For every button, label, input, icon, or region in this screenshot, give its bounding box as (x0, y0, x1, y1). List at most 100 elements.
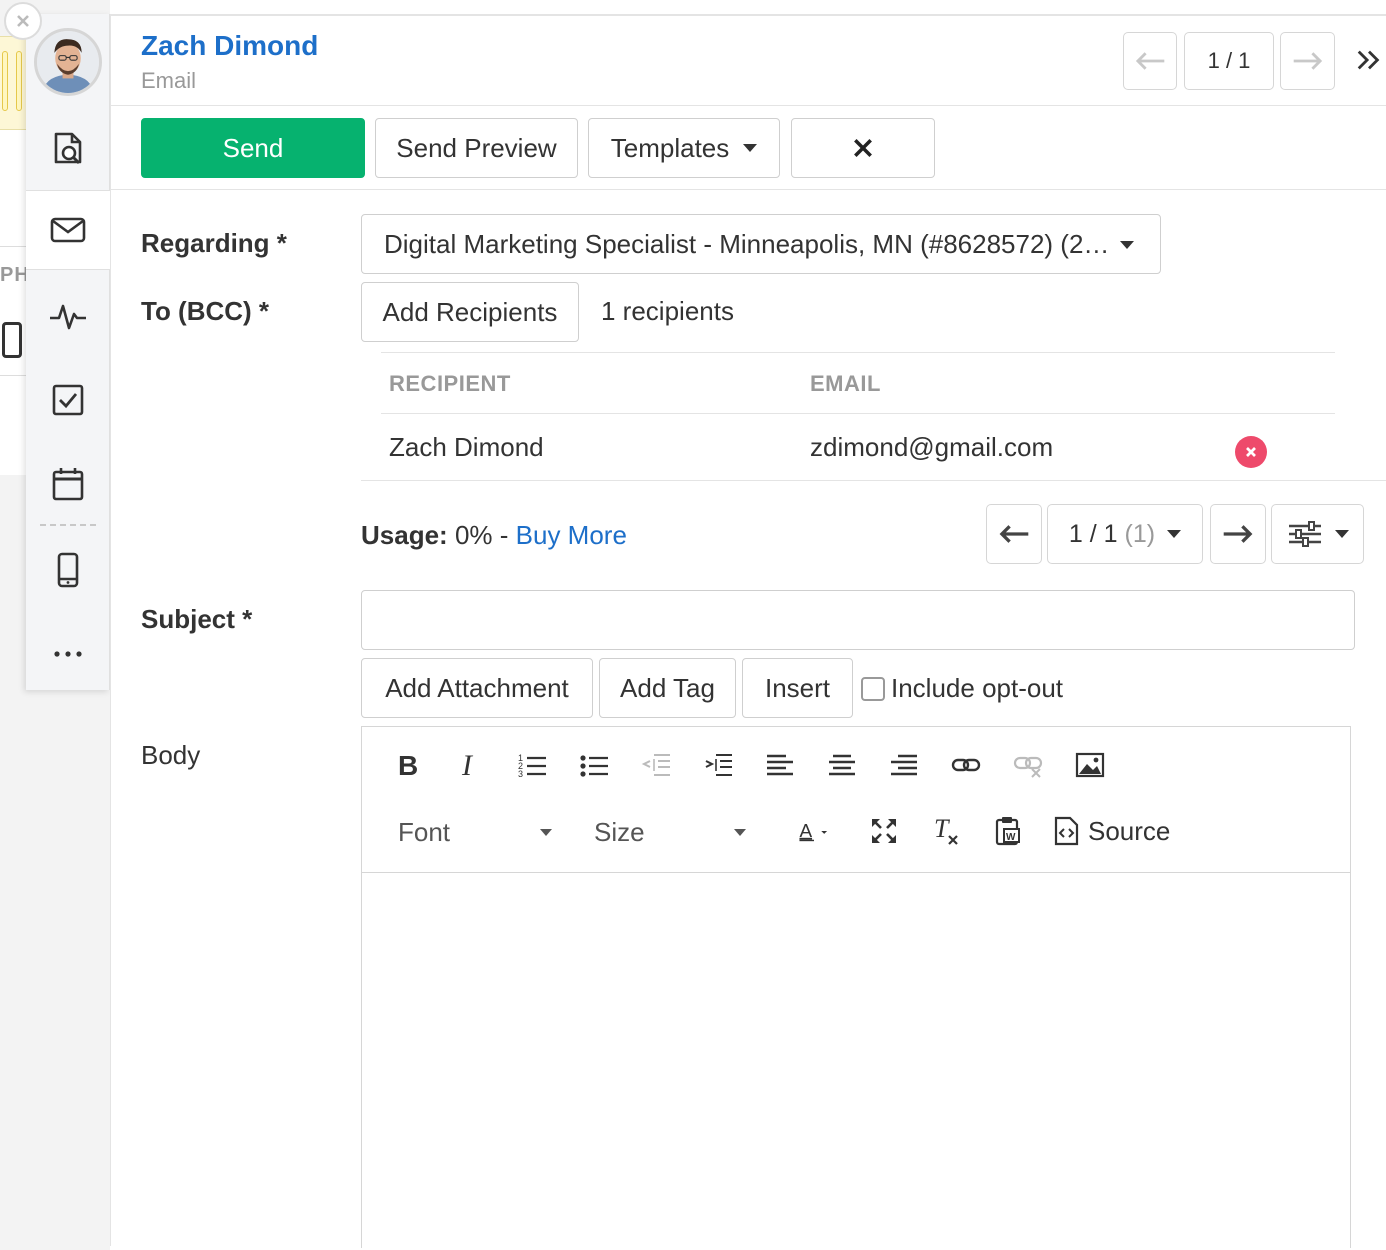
sidebar-more-button[interactable] (26, 614, 110, 694)
align-center-icon (829, 754, 855, 776)
numbered-list-button[interactable]: 1 2 3 (512, 745, 552, 785)
buy-more-link[interactable]: Buy More (516, 520, 627, 550)
bold-icon: B (398, 750, 418, 781)
sidebar-calendar-button[interactable] (26, 444, 110, 524)
caret-down-icon (1334, 530, 1349, 538)
rich-text-editor: B I 1 2 3 Font Size A T W Source (361, 726, 1351, 1248)
regarding-value: Digital Marketing Specialist - Minneapol… (384, 228, 1110, 259)
remove-format-button[interactable]: T (926, 811, 966, 851)
bullet-list-button[interactable] (574, 745, 614, 785)
remove-format-icon: T (934, 815, 958, 845)
sidebar-task-button[interactable] (26, 360, 110, 440)
divider (40, 524, 96, 526)
remove-recipient-button[interactable] (1235, 436, 1267, 468)
indent-button[interactable] (698, 745, 738, 785)
next-email-button[interactable] (1210, 504, 1266, 564)
indent-icon (705, 754, 732, 776)
contact-name-link[interactable]: Zach Dimond (141, 30, 318, 62)
expand-panel-button[interactable] (1351, 42, 1386, 78)
send-preview-button[interactable]: Send Preview (375, 118, 578, 178)
bullet-list-icon (580, 755, 608, 777)
templates-label: Templates (610, 132, 730, 163)
align-center-button[interactable] (822, 745, 862, 785)
paste-word-icon: W (995, 817, 1020, 846)
subject-input[interactable] (361, 590, 1355, 650)
search-document-icon (54, 132, 82, 165)
envelope-icon (50, 217, 86, 243)
previous-email-button[interactable] (986, 504, 1042, 564)
close-panel-button[interactable] (4, 2, 42, 40)
previous-record-button[interactable] (1123, 32, 1177, 90)
svg-text:I: I (461, 749, 474, 781)
mobile-phone-icon (57, 552, 79, 588)
bold-button[interactable]: B (388, 745, 428, 785)
calendar-icon (52, 468, 84, 501)
send-button[interactable]: Send (141, 118, 365, 178)
numbered-list-icon: 1 2 3 (518, 753, 546, 779)
font-dropdown[interactable]: Font (398, 807, 558, 857)
sidebar-sms-button[interactable] (26, 530, 110, 610)
pulse-icon (50, 304, 86, 330)
editor-body[interactable] (362, 873, 1350, 1249)
regarding-select[interactable]: Digital Marketing Specialist - Minneapol… (361, 214, 1161, 274)
unlink-button[interactable] (1008, 745, 1048, 785)
panel-header: Zach Dimond Email 1 / 1 (111, 16, 1386, 106)
insert-link-button[interactable] (946, 745, 986, 785)
align-left-button[interactable] (760, 745, 800, 785)
caret-down-icon (743, 144, 758, 152)
email-settings-dropdown[interactable] (1271, 504, 1364, 564)
outdent-button[interactable] (636, 745, 676, 785)
paste-from-word-button[interactable]: W (988, 811, 1028, 851)
maximize-icon (872, 819, 896, 843)
arrow-right-icon (1293, 52, 1322, 70)
divider (361, 480, 1386, 481)
usage-info: Usage: 0% - Buy More (361, 520, 627, 551)
caret-down-icon (1167, 530, 1182, 538)
more-dots-icon (54, 651, 82, 657)
subject-label: Subject * (141, 604, 253, 634)
body-label: Body (141, 740, 201, 770)
email-pager-dropdown[interactable]: 1 / 1 (1) (1047, 504, 1203, 564)
text-color-button[interactable]: A (788, 811, 840, 851)
email-pager-count: (1) (1124, 519, 1156, 548)
align-right-icon (891, 754, 917, 776)
editor-toolbar: B I 1 2 3 Font Size A T W Source (362, 727, 1350, 873)
font-dropdown-label: Font (398, 816, 451, 847)
background-phone-icon (2, 322, 22, 358)
add-tag-button[interactable]: Add Tag (599, 658, 736, 718)
text-color-icon: A (799, 821, 828, 842)
sidebar-search-record-button[interactable] (26, 108, 110, 188)
add-recipients-button[interactable]: Add Recipients (361, 282, 579, 342)
italic-icon: I (461, 749, 474, 781)
sidebar-email-button[interactable] (26, 190, 110, 270)
recipient-email: zdimond@gmail.com (810, 432, 1054, 462)
divider (0, 246, 28, 247)
insert-button[interactable]: Insert (742, 658, 853, 718)
caret-down-icon (540, 829, 552, 836)
column-header-email: EMAIL (810, 371, 881, 396)
column-header-recipient: RECIPIENT (389, 371, 511, 396)
include-optout-label: Include opt-out (891, 673, 1064, 703)
recipient-name: Zach Dimond (389, 432, 544, 462)
avatar[interactable] (34, 28, 102, 96)
source-label: Source (1088, 815, 1171, 846)
italic-button[interactable]: I (450, 745, 490, 785)
caret-down-icon (734, 829, 746, 836)
size-dropdown[interactable]: Size (594, 807, 754, 857)
close-icon (854, 139, 872, 157)
align-right-button[interactable] (884, 745, 924, 785)
templates-dropdown[interactable]: Templates (588, 118, 780, 178)
insert-image-button[interactable] (1070, 745, 1110, 785)
link-icon (951, 758, 981, 772)
next-record-button[interactable] (1280, 32, 1335, 90)
add-attachment-button[interactable]: Add Attachment (361, 658, 593, 718)
record-pager: 1 / 1 (1184, 32, 1274, 90)
background-tab (16, 51, 22, 111)
include-optout-checkbox[interactable] (861, 677, 885, 701)
sidebar-activity-button[interactable] (26, 276, 110, 356)
avatar-image (37, 31, 99, 93)
source-button[interactable]: Source (1050, 811, 1180, 851)
discard-button[interactable] (791, 118, 935, 178)
divider (0, 375, 28, 376)
maximize-button[interactable] (864, 811, 904, 851)
